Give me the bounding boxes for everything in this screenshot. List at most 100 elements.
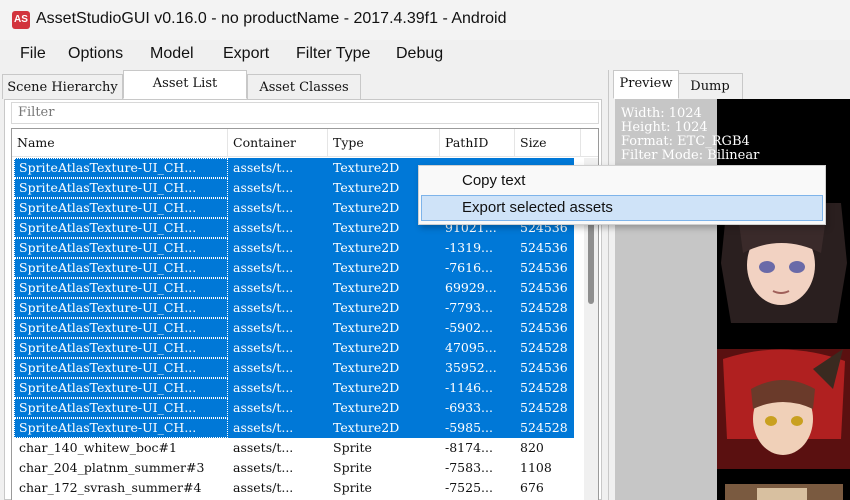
cell-type: Texture2D [333, 240, 400, 255]
cell-pathid: 47095... [445, 340, 497, 355]
cell-container: assets/t... [233, 220, 294, 235]
cell-container: assets/t... [233, 440, 294, 455]
cell-pathid: -5902... [445, 320, 493, 335]
texture-info: Width: 1024 Height: 1024 Format: ETC_RGB… [621, 107, 759, 163]
cell-name: SpriteAtlasTexture-UI_CH... [14, 398, 228, 418]
cell-type: Texture2D [333, 360, 400, 375]
cell-container: assets/t... [233, 420, 294, 435]
table-row[interactable]: char_140_whitew_boc#1 assets/t... Sprite -8… [14, 438, 574, 458]
cell-pathid: 35952... [445, 360, 497, 375]
cell-type: Texture2D [333, 260, 400, 275]
tab-asset-classes[interactable]: Asset Classes [247, 74, 361, 99]
cell-size: 524536 [520, 360, 568, 375]
cell-container: assets/t... [233, 480, 294, 495]
menu-debug[interactable]: Debug [396, 45, 443, 63]
column-header-size[interactable]: Size [515, 129, 581, 157]
table-row[interactable]: SpriteAtlasTexture-UI_CH... assets/t... Te… [14, 238, 574, 258]
cell-name: SpriteAtlasTexture-UI_CH... [14, 338, 228, 358]
info-width: Width: 1024 [621, 106, 702, 121]
window-title: AssetStudioGUI v0.16.0 - no productName … [36, 10, 507, 27]
menu-options[interactable]: Options [68, 45, 123, 63]
column-header-name[interactable]: Name [12, 129, 228, 157]
cell-size: 524528 [520, 300, 568, 315]
cell-type: Sprite [333, 440, 372, 455]
menu-copy-text[interactable]: Copy text [421, 168, 823, 194]
cell-size: 676 [520, 480, 544, 495]
cell-container: assets/t... [233, 200, 294, 215]
left-panel: Scene Hierarchy Asset Classes Asset List… [0, 70, 604, 500]
tab-asset-list[interactable]: Asset List [123, 70, 247, 99]
cell-type: Texture2D [333, 280, 400, 295]
tab-scene-hierarchy[interactable]: Scene Hierarchy [2, 74, 123, 99]
table-row[interactable]: SpriteAtlasTexture-UI_CH... assets/t... Te… [14, 278, 574, 298]
menu-bar: File Options Model Export Filter Type De… [0, 40, 850, 70]
column-header-pathid[interactable]: PathID [440, 129, 515, 157]
table-row[interactable]: char_172_svrash_summer#4 assets/t... Sprit… [14, 478, 574, 498]
filter-input[interactable]: Filter [11, 102, 599, 124]
cell-type: Texture2D [333, 420, 400, 435]
cell-size: 524536 [520, 260, 568, 275]
cell-name: SpriteAtlasTexture-UI_CH... [14, 178, 228, 198]
cell-container: assets/t... [233, 280, 294, 295]
cell-size: 820 [520, 440, 544, 455]
cell-container: assets/t... [233, 260, 294, 275]
cell-type: Sprite [333, 480, 372, 495]
cell-container: assets/t... [233, 160, 294, 175]
table-row[interactable]: SpriteAtlasTexture-UI_CH... assets/t... Te… [14, 338, 574, 358]
table-row[interactable]: SpriteAtlasTexture-UI_CH... assets/t... Te… [14, 418, 574, 438]
menu-export[interactable]: Export [223, 45, 269, 63]
cell-container: assets/t... [233, 180, 294, 195]
cell-container: assets/t... [233, 320, 294, 335]
table-row[interactable]: SpriteAtlasTexture-UI_CH... assets/t... Te… [14, 258, 574, 278]
cell-name: SpriteAtlasTexture-UI_CH... [14, 238, 228, 258]
app-icon: AS [12, 11, 30, 29]
cell-size: 524528 [520, 340, 568, 355]
cell-size: 524528 [520, 380, 568, 395]
tab-preview[interactable]: Preview [613, 70, 679, 99]
cell-pathid: -5985... [445, 420, 493, 435]
cell-name: SpriteAtlasTexture-UI_CH... [14, 278, 228, 298]
cell-size: 524536 [520, 320, 568, 335]
menu-filter-type[interactable]: Filter Type [296, 45, 370, 63]
cell-pathid: 69929... [445, 280, 497, 295]
info-filter-mode: Filter Mode: Bilinear [621, 148, 760, 163]
cell-name: SpriteAtlasTexture-UI_CH... [14, 418, 228, 438]
list-header: Name Container Type PathID Size [12, 129, 598, 157]
cell-size: 1108 [520, 460, 552, 475]
cell-pathid: -7616... [445, 260, 493, 275]
cell-name: SpriteAtlasTexture-UI_CH... [14, 358, 228, 378]
tab-dump[interactable]: Dump [677, 73, 743, 99]
cell-type: Texture2D [333, 340, 400, 355]
column-header-type[interactable]: Type [328, 129, 440, 157]
menu-model[interactable]: Model [150, 45, 194, 63]
table-row[interactable]: char_204_platnm_summer#3 assets/t... Sprit… [14, 458, 574, 478]
column-header-container[interactable]: Container [228, 129, 328, 157]
table-row[interactable]: SpriteAtlasTexture-UI_CH... assets/t... Te… [14, 318, 574, 338]
portrait-3-image [717, 482, 850, 500]
table-row[interactable]: SpriteAtlasTexture-UI_CH... assets/t... Te… [14, 378, 574, 398]
info-height: Height: 1024 [621, 120, 708, 135]
cell-name: SpriteAtlasTexture-UI_CH... [14, 378, 228, 398]
portrait-2-image [717, 349, 850, 469]
table-row[interactable]: SpriteAtlasTexture-UI_CH... assets/t... Te… [14, 298, 574, 318]
table-row[interactable]: SpriteAtlasTexture-UI_CH... assets/t... Te… [14, 398, 574, 418]
cell-container: assets/t... [233, 340, 294, 355]
cell-size: 524528 [520, 420, 568, 435]
table-row[interactable]: SpriteAtlasTexture-UI_CH... assets/t... Te… [14, 358, 574, 378]
cell-name: char_204_platnm_summer#3 [19, 460, 205, 475]
right-panel: Dump Preview Width: 1024 Height: 1024 Fo… [608, 70, 850, 500]
cell-pathid: -1319... [445, 240, 493, 255]
cell-container: assets/t... [233, 300, 294, 315]
cell-pathid: -6933... [445, 400, 493, 415]
menu-file[interactable]: File [20, 45, 46, 63]
cell-container: assets/t... [233, 360, 294, 375]
cell-type: Texture2D [333, 320, 400, 335]
cell-pathid: -7793... [445, 300, 493, 315]
cell-name: SpriteAtlasTexture-UI_CH... [14, 158, 228, 178]
context-menu: Copy text Export selected assets [418, 165, 826, 225]
menu-export-selected-assets[interactable]: Export selected assets [421, 195, 823, 221]
asset-list-panel: Filter Name Container Type PathID Size S… [4, 99, 602, 500]
title-bar: AS AssetStudioGUI v0.16.0 - no productNa… [0, 0, 850, 40]
cell-container: assets/t... [233, 400, 294, 415]
cell-name: char_172_svrash_summer#4 [19, 480, 202, 495]
